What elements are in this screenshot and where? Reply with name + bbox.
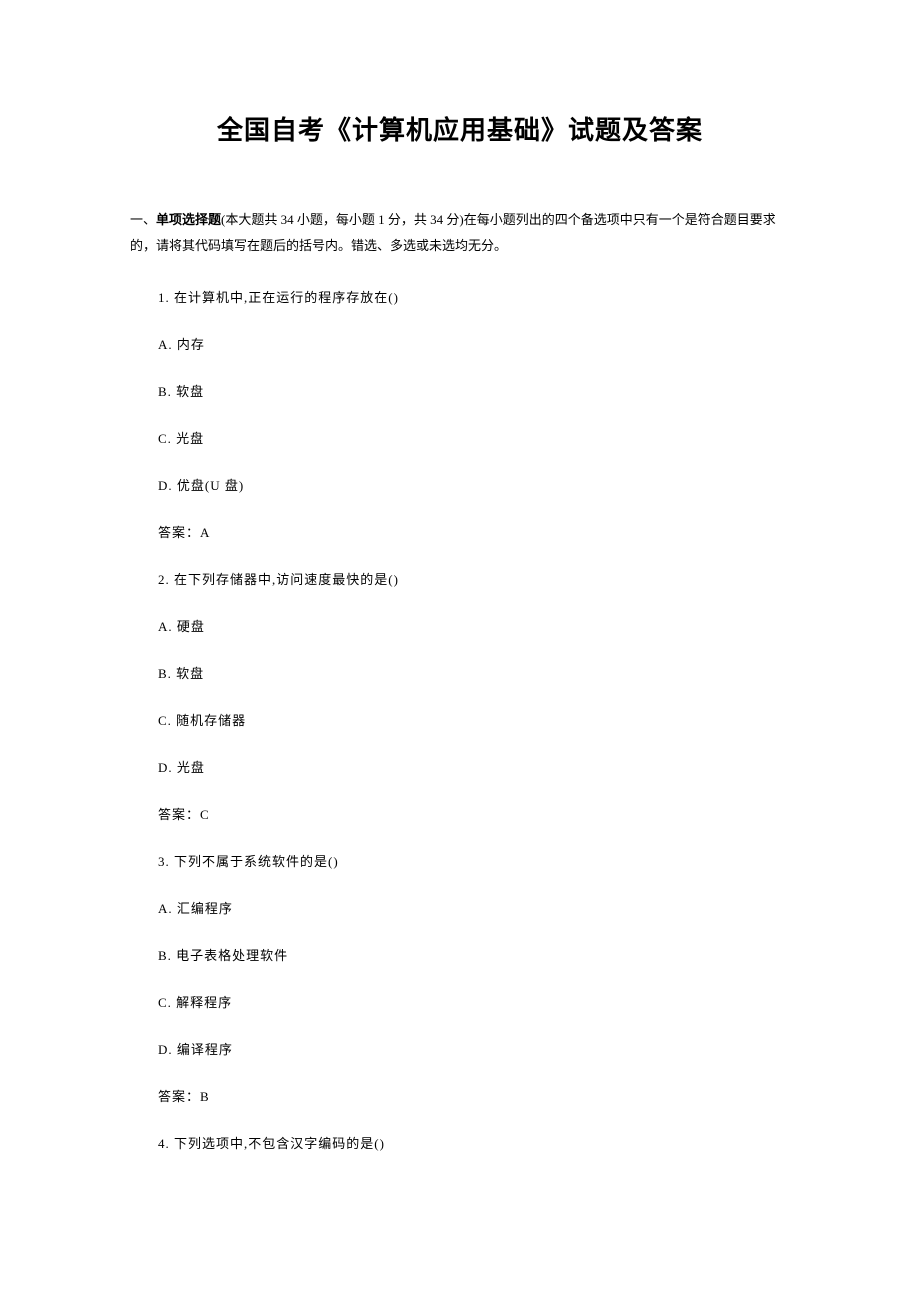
answer: 答案：C <box>158 804 790 823</box>
question-stem: 3. 下列不属于系统软件的是() <box>158 851 790 870</box>
option-d: D. 编译程序 <box>158 1039 790 1058</box>
questions: 1. 在计算机中,正在运行的程序存放在() A. 内存 B. 软盘 C. 光盘 … <box>130 287 790 1152</box>
option-d: D. 光盘 <box>158 757 790 776</box>
option-a: A. 硬盘 <box>158 616 790 635</box>
section-prefix: 一、 <box>130 212 156 227</box>
section-type: 单项选择题 <box>156 212 221 227</box>
section-header: 一、单项选择题(本大题共 34 小题，每小题 1 分，共 34 分)在每小题列出… <box>130 207 790 259</box>
page-title: 全国自考《计算机应用基础》试题及答案 <box>130 110 790 147</box>
option-b: B. 软盘 <box>158 663 790 682</box>
answer: 答案：A <box>158 522 790 541</box>
option-b: B. 电子表格处理软件 <box>158 945 790 964</box>
question-stem: 4. 下列选项中,不包含汉字编码的是() <box>158 1133 790 1152</box>
answer: 答案：B <box>158 1086 790 1105</box>
option-a: A. 汇编程序 <box>158 898 790 917</box>
section-description: (本大题共 34 小题，每小题 1 分，共 34 分)在每小题列出的四个备选项中… <box>130 212 776 253</box>
option-d: D. 优盘(U 盘) <box>158 475 790 494</box>
option-c: C. 随机存储器 <box>158 710 790 729</box>
question-stem: 1. 在计算机中,正在运行的程序存放在() <box>158 287 790 306</box>
option-a: A. 内存 <box>158 334 790 353</box>
option-c: C. 解释程序 <box>158 992 790 1011</box>
option-b: B. 软盘 <box>158 381 790 400</box>
option-c: C. 光盘 <box>158 428 790 447</box>
question-stem: 2. 在下列存储器中,访问速度最快的是() <box>158 569 790 588</box>
